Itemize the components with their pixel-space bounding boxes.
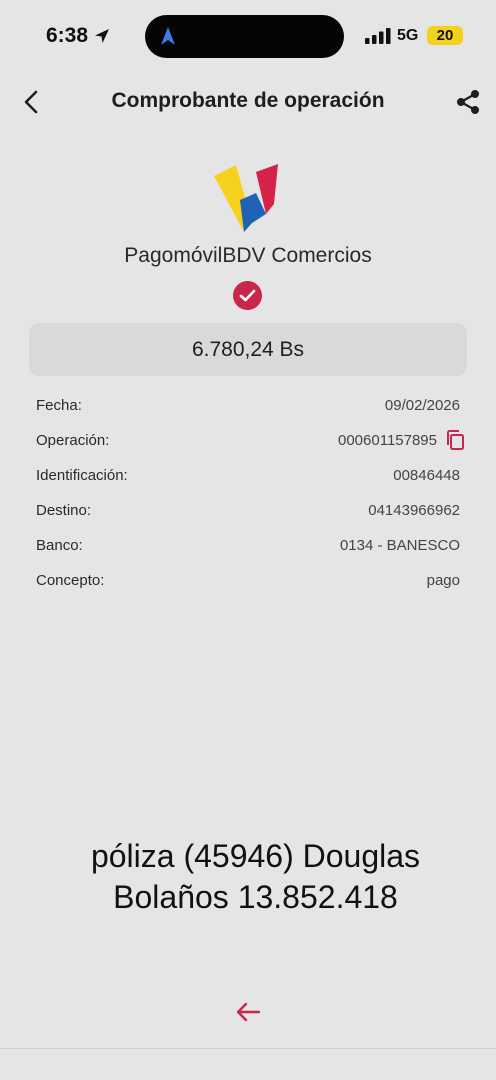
amount: 6.780,24 Bs (191, 338, 305, 361)
detail-label: Operación: (36, 432, 110, 449)
detail-row-operacion: Operación: 000601157895 (36, 428, 466, 463)
bdv-logo (214, 164, 278, 232)
dynamic-island (145, 15, 344, 58)
location-arrow-icon (95, 29, 109, 43)
detail-value: 0134 - BANESCO (339, 537, 460, 554)
detail-label: Fecha: (36, 397, 82, 414)
page-title: Comprobante de operación (111, 89, 385, 112)
detail-label: Destino: (36, 502, 92, 519)
status-bar: 6:38 5G 20 (0, 0, 496, 70)
receipt-screen: 6:38 5G 20 Comprobante de operación Pago… (0, 0, 496, 1080)
detail-label: Concepto: (36, 572, 105, 589)
detail-row-banco: Banco: 0134 - BANESCO (36, 533, 466, 568)
caption-line-1: póliza (45946) Douglas (90, 838, 421, 874)
detail-row-identificacion: Identificación: 00846448 (36, 463, 466, 498)
detail-label: Banco: (36, 537, 83, 554)
detail-value: 00846448 (393, 467, 460, 484)
detail-row-fecha: Fecha: 09/02/2026 (36, 393, 466, 428)
detail-label: Identificación: (36, 467, 128, 484)
detail-row-destino: Destino: 04143966962 (36, 498, 466, 533)
share-button[interactable] (452, 86, 484, 118)
signal-bars-icon (365, 28, 391, 44)
status-time: 6:38 (46, 24, 89, 47)
caption-line-2: Bolaños 13.852.418 (113, 879, 398, 915)
bottom-divider (0, 1048, 496, 1049)
copy-icon[interactable] (444, 429, 466, 451)
brand-name: PagomóvilBDV Comercios (124, 244, 372, 267)
check-circle-icon (233, 281, 262, 310)
detail-value: 04143966962 (368, 502, 460, 519)
battery-indicator: 20 (427, 26, 463, 45)
detail-value: 000601157895 (338, 432, 437, 449)
navigation-app-icon (161, 27, 175, 45)
back-arrow-button[interactable] (233, 997, 263, 1027)
detail-value: 09/02/2026 (384, 397, 460, 414)
app-header: Comprobante de operación (0, 80, 496, 124)
amount-box: 6.780,24 Bs (29, 323, 467, 376)
overlay-caption: póliza (45946) Douglas Bolaños 13.852.41… (0, 836, 496, 918)
operation-details: Fecha: 09/02/2026 Operación: 00060115789… (36, 393, 466, 603)
detail-value: pago (426, 572, 460, 589)
network-type: 5G (397, 27, 419, 44)
detail-row-concepto: Concepto: pago (36, 568, 466, 603)
